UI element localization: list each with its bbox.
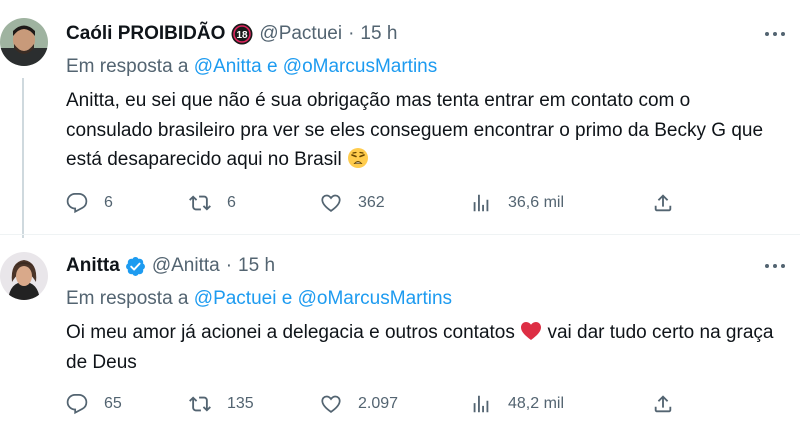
- timestamp[interactable]: 15 h: [360, 23, 397, 45]
- reply-button[interactable]: 65: [66, 393, 122, 415]
- retweet-count: 135: [227, 395, 254, 412]
- badge-label: 18: [237, 30, 249, 41]
- heart-icon: [321, 194, 341, 212]
- tweet-text: Anitta, eu sei que não é sua obrigação m…: [66, 86, 780, 175]
- views-count: 48,2 mil: [508, 395, 565, 412]
- handle[interactable]: @Pactuei: [259, 23, 342, 45]
- views-button[interactable]: 48,2 mil: [470, 393, 564, 415]
- retweet-icon: [189, 195, 211, 211]
- age-18-badge-icon: 18: [231, 23, 253, 45]
- views-count: 36,6 mil: [508, 194, 565, 211]
- more-options-button[interactable]: [762, 256, 788, 276]
- separator-dot: ·: [348, 23, 355, 44]
- mention-link[interactable]: @Anitta: [194, 56, 262, 77]
- views-icon: [473, 194, 489, 212]
- share-button[interactable]: [652, 192, 674, 214]
- mention-link[interactable]: @oMarcusMartins: [283, 56, 437, 77]
- tweet-text-body: Anitta, eu sei que não é sua obrigação m…: [66, 90, 764, 170]
- reply-context: Em resposta a @Pactuei e @oMarcusMartins: [66, 288, 780, 314]
- action-bar: 65 135 2.097 48,2 mil: [66, 391, 780, 417]
- retweet-button[interactable]: 135: [189, 393, 254, 415]
- retweet-count: 6: [227, 194, 236, 211]
- weary-face-icon: [347, 147, 369, 169]
- views-icon: [473, 395, 489, 413]
- tweet-content: Caóli PROIBIDÃO 18 @Pactuei · 15 h Em re…: [66, 22, 780, 175]
- mention-link[interactable]: @Pactuei: [194, 288, 277, 309]
- reply-context: Em resposta a @Anitta e @oMarcusMartins: [66, 56, 780, 82]
- tweet-header: Caóli PROIBIDÃO 18 @Pactuei · 15 h: [66, 22, 780, 46]
- avatar[interactable]: [0, 252, 48, 300]
- more-icon: [765, 32, 785, 36]
- more-options-button[interactable]: [762, 24, 788, 44]
- display-name[interactable]: Caóli PROIBIDÃO: [66, 23, 225, 45]
- reply-button[interactable]: 6: [66, 192, 113, 214]
- more-icon: [765, 264, 785, 268]
- reply-icon: [66, 393, 88, 415]
- tweet-text: Oi meu amor já acionei a delegacia e out…: [66, 318, 780, 377]
- reply-count: 65: [104, 395, 122, 412]
- mention-conjunction: e: [266, 56, 278, 77]
- share-icon: [654, 194, 672, 212]
- action-bar: 6 6 362 36,6 mil: [66, 190, 780, 216]
- like-count: 2.097: [358, 395, 399, 412]
- tweet[interactable]: Anitta @Anitta · 15 h Em resposta a @Pac…: [0, 240, 800, 445]
- separator-dot: ·: [225, 255, 233, 276]
- share-button[interactable]: [652, 393, 674, 415]
- display-name[interactable]: Anitta: [66, 255, 120, 277]
- timestamp[interactable]: 15 h: [238, 255, 275, 277]
- tweet-text-part-1: Oi meu amor já acionei a delegacia e out…: [66, 322, 515, 343]
- reply-prefix: Em resposta a: [66, 56, 189, 77]
- mention-conjunction: e: [281, 288, 293, 309]
- retweet-button[interactable]: 6: [189, 192, 236, 214]
- tweet-header: Anitta @Anitta · 15 h: [66, 254, 780, 278]
- reply-prefix: Em resposta a: [66, 288, 189, 309]
- handle[interactable]: @Anitta: [152, 255, 220, 277]
- reply-icon: [66, 192, 88, 214]
- avatar[interactable]: [0, 18, 48, 66]
- reply-count: 6: [104, 194, 113, 211]
- like-button[interactable]: 2.097: [320, 393, 398, 415]
- like-button[interactable]: 362: [320, 192, 385, 214]
- heart-icon: [321, 395, 341, 413]
- share-icon: [654, 395, 672, 413]
- tweet[interactable]: Caóli PROIBIDÃO 18 @Pactuei · 15 h Em re…: [0, 0, 800, 238]
- mention-link[interactable]: @oMarcusMartins: [298, 288, 452, 309]
- like-count: 362: [358, 194, 385, 211]
- retweet-icon: [189, 396, 211, 412]
- divider: [0, 234, 800, 235]
- thread-line: [22, 78, 24, 238]
- tweet-content: Anitta @Anitta · 15 h Em resposta a @Pac…: [66, 254, 780, 377]
- views-button[interactable]: 36,6 mil: [470, 192, 564, 214]
- verified-badge-icon: [125, 256, 146, 277]
- red-heart-icon: [520, 320, 542, 342]
